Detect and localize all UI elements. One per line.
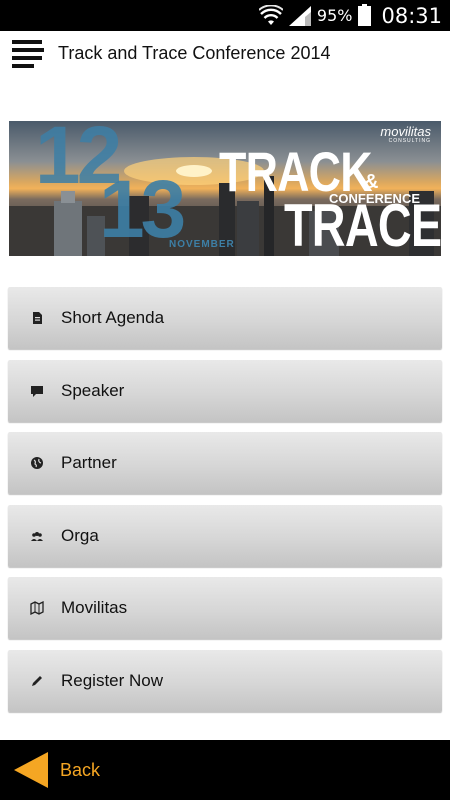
battery-percent: 95%: [316, 6, 353, 25]
short-agenda-label: Short Agenda: [61, 308, 165, 327]
app-bar: Track and Trace Conference 2014: [0, 31, 450, 79]
back-arrow-icon: [14, 752, 48, 788]
battery-icon: [358, 3, 372, 26]
banner-title-trace: TRACE: [284, 192, 441, 256]
globe-icon: [31, 457, 43, 469]
banner-month: NOVEMBER: [169, 239, 235, 250]
conference-banner: 12 13 NOVEMBER movilitas CONSULTING TRAC…: [9, 121, 441, 256]
chat-icon: [31, 386, 43, 397]
movilitas-button[interactable]: Movilitas: [8, 577, 442, 639]
register-now-button[interactable]: Register Now: [8, 650, 442, 712]
document-icon: [33, 312, 42, 324]
register-now-label: Register Now: [61, 671, 164, 690]
people-icon: [31, 532, 43, 541]
back-button[interactable]: Back: [0, 740, 140, 800]
orga-label: Orga: [61, 526, 99, 545]
hamburger-menu-icon[interactable]: [12, 40, 44, 70]
partner-button[interactable]: Partner: [8, 432, 442, 494]
map-icon: [30, 601, 44, 615]
movilitas-label: Movilitas: [61, 598, 128, 617]
speaker-label: Speaker: [61, 381, 125, 400]
signal-icon: [288, 5, 311, 26]
pencil-icon: [32, 676, 42, 686]
partner-label: Partner: [61, 453, 117, 472]
status-icons: 95% 08:31: [258, 0, 442, 31]
brand-subtitle: CONSULTING: [388, 138, 431, 144]
short-agenda-button[interactable]: Short Agenda: [8, 287, 442, 349]
orga-button[interactable]: Orga: [8, 505, 442, 567]
speaker-button[interactable]: Speaker: [8, 360, 442, 422]
back-label: Back: [60, 760, 101, 780]
app-title: Track and Trace Conference 2014: [58, 43, 331, 63]
status-bar: 95% 08:31: [0, 0, 450, 31]
brand-logo: movilitas: [380, 124, 431, 139]
clock: 08:31: [381, 3, 442, 28]
wifi-icon: [258, 4, 283, 25]
bottom-bar: Back: [0, 740, 450, 800]
